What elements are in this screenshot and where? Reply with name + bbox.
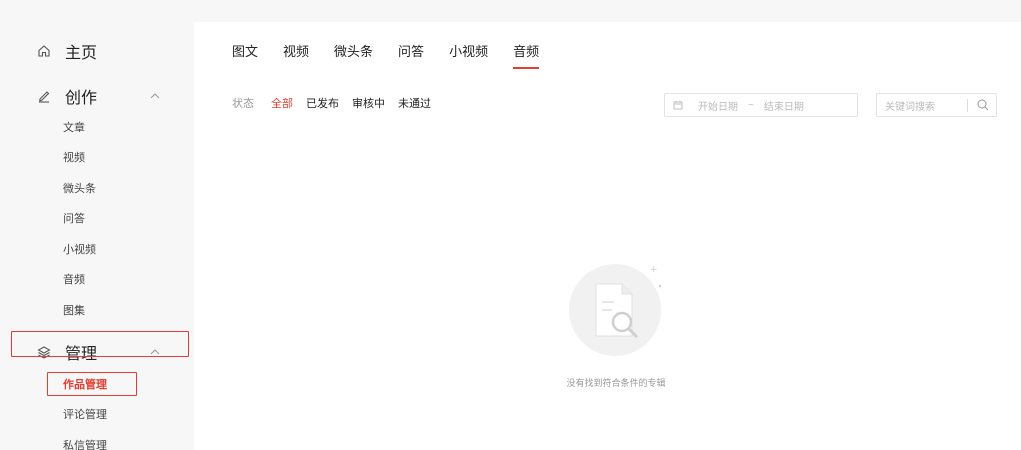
keyword-search[interactable]: 关键词搜索	[876, 93, 997, 117]
content-tabs: 图文 视频 微头条 问答 小视频 音频	[232, 41, 564, 69]
filter-reviewing[interactable]: 审核中	[352, 95, 385, 111]
tab-short-video[interactable]: 小视频	[449, 41, 488, 60]
sidebar-subitem-qa[interactable]: 问答	[63, 210, 85, 226]
search-input[interactable]: 关键词搜索	[885, 98, 935, 113]
date-range-picker[interactable]: 开始日期 ~ 结束日期	[664, 93, 858, 117]
sidebar-item-home[interactable]: 主页	[36, 39, 97, 63]
empty-state-message: 没有找到符合条件的专辑	[566, 378, 666, 388]
empty-state-illustration: +	[562, 258, 668, 358]
pen-icon	[36, 88, 52, 104]
svg-text:+: +	[650, 265, 658, 275]
tab-video[interactable]: 视频	[283, 41, 309, 60]
filter-rejected[interactable]: 未通过	[398, 95, 431, 111]
highlight-works-manage	[47, 372, 137, 396]
filter-all[interactable]: 全部	[271, 95, 293, 111]
sidebar-subitem-comments-manage[interactable]: 评论管理	[63, 406, 107, 422]
sidebar-subitem-gallery[interactable]: 图集	[63, 302, 85, 318]
sidebar-item-label: 主页	[65, 45, 98, 62]
date-separator: ~	[748, 99, 754, 111]
tab-micro[interactable]: 微头条	[334, 41, 373, 60]
search-icon[interactable]	[976, 98, 990, 112]
start-date-input[interactable]: 开始日期	[698, 98, 738, 113]
filter-published[interactable]: 已发布	[306, 95, 339, 111]
document-search-icon: +	[569, 264, 662, 356]
sidebar-subitem-short-video[interactable]: 小视频	[63, 241, 96, 257]
main-panel: 图文 视频 微头条 问答 小视频 音频 状态 全部 已发布 审核中 未通过 开始…	[194, 22, 1021, 450]
end-date-input[interactable]: 结束日期	[764, 98, 804, 113]
home-icon	[36, 43, 52, 59]
sidebar-subitem-article[interactable]: 文章	[63, 119, 85, 135]
tab-graphic[interactable]: 图文	[232, 41, 258, 60]
sidebar-subitem-micro[interactable]: 微头条	[63, 180, 96, 196]
sidebar-item-create[interactable]: 创作	[36, 84, 160, 108]
sidebar-subitem-messages-manage[interactable]: 私信管理	[63, 437, 107, 450]
sidebar-subitem-video[interactable]: 视频	[63, 149, 85, 165]
tab-qa[interactable]: 问答	[398, 41, 424, 60]
search-divider	[967, 99, 968, 112]
chevron-up-icon[interactable]	[150, 91, 160, 102]
highlight-manage	[11, 331, 189, 357]
calendar-icon	[673, 100, 683, 110]
sidebar-subitem-audio[interactable]: 音频	[63, 271, 85, 287]
filter-label: 状态	[232, 98, 254, 110]
tab-audio[interactable]: 音频	[513, 41, 540, 69]
sidebar-item-label: 创作	[65, 90, 98, 107]
status-filter: 状态 全部 已发布 审核中 未通过	[232, 95, 444, 111]
